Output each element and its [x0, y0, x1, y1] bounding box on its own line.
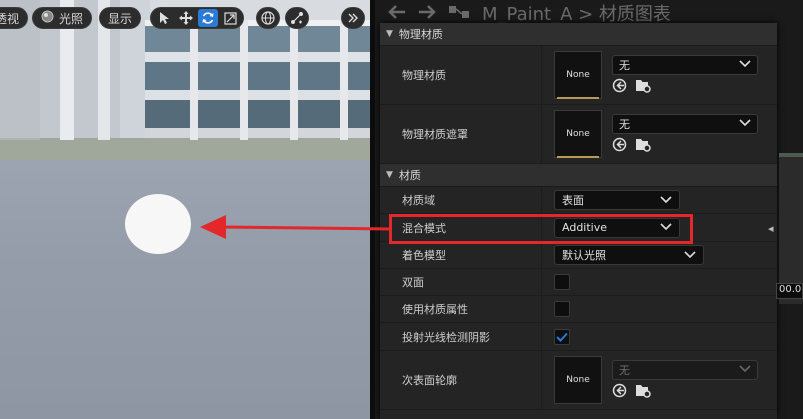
chevron-down-icon — [739, 117, 751, 130]
thumbnail-label: None — [566, 70, 590, 80]
view-mode-button[interactable]: 透视 — [0, 7, 29, 29]
browse-folder-icon[interactable] — [635, 383, 652, 402]
property-row-shading-model: 着色模型 默认光照 — [380, 242, 777, 269]
asset-thumbnail[interactable]: None — [554, 356, 602, 404]
chevron-down-icon — [739, 363, 751, 376]
chevron-down-icon — [660, 194, 672, 207]
asset-picker-combo[interactable]: 无 — [612, 359, 758, 380]
property-row-two-sided: 双面 — [380, 269, 777, 296]
blend-mode-highlight-box — [389, 214, 693, 244]
graph-icon — [448, 3, 470, 24]
viewport[interactable]: 透视 光照 显示 — [0, 0, 370, 419]
view-mode-label: 透视 — [0, 11, 20, 26]
two-sided-checkbox[interactable] — [554, 274, 570, 290]
chevron-down-icon — [739, 58, 751, 71]
back-arrow-icon[interactable] — [388, 3, 406, 24]
property-label: 着色模型 — [380, 242, 542, 268]
property-label: 双面 — [380, 269, 542, 295]
dropdown-value: 表面 — [562, 194, 584, 207]
property-label: 材质域 — [380, 187, 542, 213]
asset-picker-value: 无 — [619, 363, 630, 377]
property-label: 投射光线检测阴影 — [380, 323, 542, 350]
category-label: 材质 — [398, 169, 421, 182]
move-icon[interactable] — [176, 9, 196, 27]
select-icon[interactable] — [154, 9, 174, 27]
lit-sphere-icon — [41, 10, 54, 26]
property-label: 物理材质遮罩 — [380, 105, 542, 163]
browse-folder-icon[interactable] — [635, 137, 652, 156]
asset-picker-combo[interactable]: 无 — [612, 113, 758, 134]
globe-icon[interactable] — [256, 7, 280, 29]
use-selected-icon[interactable] — [612, 383, 627, 402]
property-label: 物理材质 — [380, 46, 542, 104]
property-label: 使用材质属性 — [380, 296, 542, 322]
transform-tools-group — [150, 7, 244, 29]
shading-model-dropdown[interactable]: 默认光照 — [554, 245, 704, 265]
use-material-attributes-checkbox[interactable] — [554, 301, 570, 317]
property-row-physical-mask: 物理材质遮罩 None 无 — [380, 105, 777, 164]
use-selected-icon[interactable] — [612, 137, 627, 156]
chevron-down-icon — [684, 249, 696, 262]
checkmark-icon — [556, 327, 568, 346]
property-row-physical-material: 物理材质 None 无 — [380, 46, 777, 105]
category-physical-material[interactable]: ▼ 物理材质 — [380, 23, 777, 46]
show-label: 显示 — [108, 11, 133, 26]
lit-mode-button[interactable]: 光照 — [32, 7, 93, 29]
material-domain-dropdown[interactable]: 表面 — [554, 190, 680, 210]
collapse-triangle-icon: ▼ — [386, 170, 393, 180]
thumbnail-label: None — [566, 375, 590, 385]
property-row-subsurface-profile: 次表面轮廓 None 无 — [380, 351, 777, 410]
thumbnail-label: None — [566, 129, 590, 139]
use-selected-icon[interactable] — [612, 78, 627, 97]
cast-ray-traced-shadows-checkbox[interactable] — [554, 327, 570, 346]
property-row-use-material-attributes: 使用材质属性 — [380, 296, 777, 323]
category-material[interactable]: ▼ 材质 — [380, 164, 777, 187]
property-label: 次表面轮廓 — [380, 351, 542, 409]
graph-node-fragment[interactable] — [779, 153, 803, 304]
collapse-triangle-icon: ▼ — [386, 29, 393, 39]
browse-folder-icon[interactable] — [635, 78, 652, 97]
scale-icon[interactable] — [220, 9, 240, 27]
asset-thumbnail[interactable]: None — [554, 110, 602, 158]
property-row-material-domain: 材质域 表面 — [380, 187, 777, 214]
asset-picker-value: 无 — [619, 117, 630, 131]
node-value-field[interactable]: 00.0 — [776, 283, 803, 299]
asset-picker-combo[interactable]: 无 — [612, 54, 758, 75]
double-chevron-right-icon[interactable] — [341, 7, 365, 29]
pin-arrow-icon: ◂ — [768, 222, 774, 235]
property-row-cast-ray-traced-shadows: 投射光线检测阴影 — [380, 323, 777, 351]
category-label: 物理材质 — [398, 28, 443, 41]
forward-arrow-icon[interactable] — [418, 3, 436, 24]
preview-sphere — [125, 194, 191, 254]
dropdown-value: 默认光照 — [562, 249, 606, 262]
rotate-icon[interactable] — [198, 9, 218, 27]
asset-thumbnail[interactable]: None — [554, 51, 602, 99]
asset-picker-value: 无 — [619, 58, 630, 72]
snap-icon[interactable] — [285, 7, 309, 29]
show-button[interactable]: 显示 — [99, 7, 142, 29]
lit-mode-label: 光照 — [59, 11, 84, 26]
